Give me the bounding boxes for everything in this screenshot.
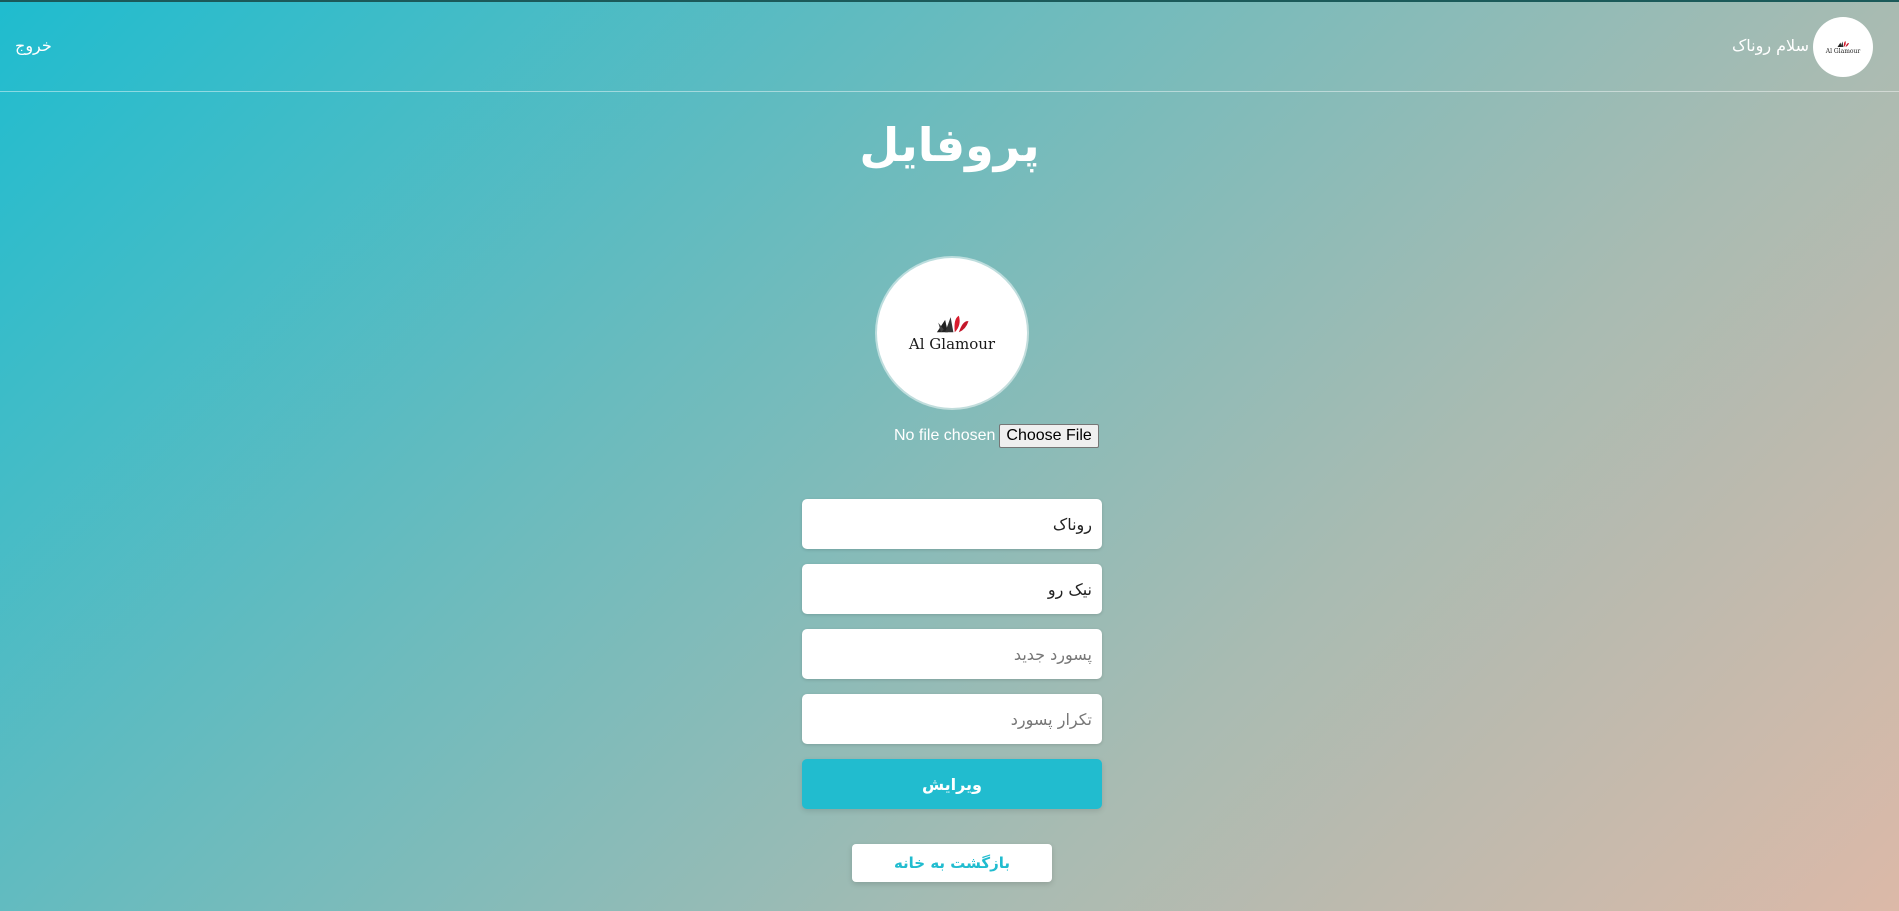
flower-icon [936, 315, 969, 333]
profile-avatar: Al Glamour [877, 258, 1027, 408]
logo-text: Al Glamour [908, 335, 996, 353]
repeat-password-input[interactable] [802, 694, 1102, 744]
new-password-input[interactable] [802, 629, 1102, 679]
brand-logo: Al Glamour [1826, 40, 1860, 55]
logo-text: Al Glamour [1825, 47, 1861, 55]
first-name-input[interactable] [802, 499, 1102, 549]
back-home-button[interactable]: بازگشت به خانه [852, 844, 1052, 882]
brand-logo: Al Glamour [909, 313, 995, 353]
page-title: پروفایل [859, 118, 1040, 172]
logout-link[interactable]: خروج [15, 36, 52, 55]
file-status-text: No file chosen [894, 427, 996, 444]
last-name-input[interactable] [802, 564, 1102, 614]
choose-file-button[interactable]: Choose File [999, 424, 1099, 448]
greeting-text: سلام روناک [1731, 36, 1809, 55]
file-upload: No file chosen Choose File [894, 424, 1099, 448]
flower-icon [1837, 40, 1849, 47]
edit-button[interactable]: ویرایش [802, 759, 1102, 809]
header-avatar[interactable]: Al Glamour [1813, 17, 1873, 77]
top-navbar: خروج سلام روناک Al Glamour [0, 2, 1899, 92]
